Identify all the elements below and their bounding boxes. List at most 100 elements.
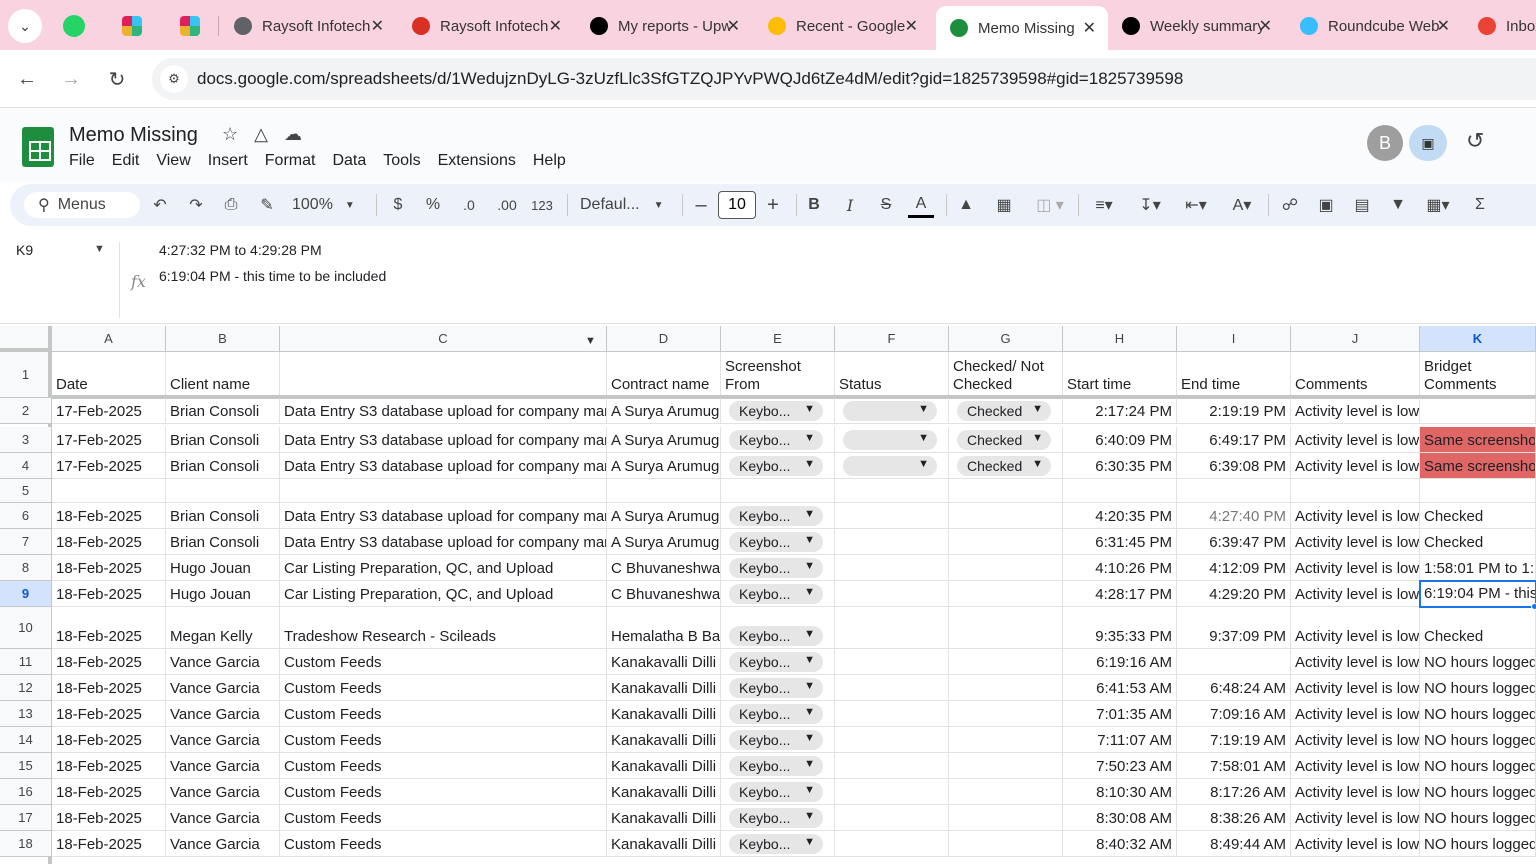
cell-f15[interactable] bbox=[835, 753, 949, 779]
cell-j7[interactable]: Activity level is low bbox=[1291, 529, 1420, 555]
reload-icon[interactable]: ↻ bbox=[100, 62, 134, 96]
browser-tab-7[interactable]: Roundcube Webmail✕ bbox=[1286, 6, 1462, 46]
cell-j14[interactable]: Activity level is low bbox=[1291, 727, 1420, 753]
cell-c12[interactable]: Custom Feeds bbox=[280, 675, 607, 701]
cell-c18[interactable]: Custom Feeds bbox=[280, 831, 607, 857]
cell-e9[interactable]: Keybo... ▼ bbox=[721, 581, 835, 607]
header-cell-e[interactable]: Screenshot From bbox=[721, 352, 835, 398]
cell-j3[interactable]: Activity level is low bbox=[1291, 427, 1420, 453]
move-folder-icon[interactable]: △ bbox=[254, 124, 268, 145]
cell-f4[interactable]: ▼ bbox=[835, 453, 949, 479]
browser-tab-3[interactable]: My reports - Upwork✕ bbox=[576, 6, 752, 46]
column-header-k[interactable]: K bbox=[1420, 326, 1536, 352]
shot-dropdown-chip[interactable]: Keybo... ▼ bbox=[729, 834, 823, 854]
checked-dropdown-chip[interactable]: Checked ▼ bbox=[957, 456, 1051, 476]
bold-icon[interactable]: B bbox=[802, 192, 826, 218]
cell-f9[interactable] bbox=[835, 581, 949, 607]
cell-g17[interactable] bbox=[949, 805, 1063, 831]
shot-dropdown-chip[interactable]: Keybo... ▼ bbox=[729, 401, 823, 421]
header-cell-f[interactable]: Status bbox=[835, 352, 949, 398]
menu-view[interactable]: View bbox=[156, 152, 190, 170]
cell-b12[interactable]: Vance Garcia bbox=[166, 675, 280, 701]
status-dropdown-chip[interactable]: ▼ bbox=[843, 456, 937, 476]
cell-d3[interactable]: A Surya Arumugam bbox=[607, 427, 721, 453]
cell-a2[interactable]: 17-Feb-2025 bbox=[52, 398, 166, 424]
cell-d16[interactable]: Kanakavalli Dilli bbox=[607, 779, 721, 805]
cell-g15[interactable] bbox=[949, 753, 1063, 779]
column-header-g[interactable]: G bbox=[949, 326, 1063, 352]
shot-dropdown-chip[interactable]: Keybo... ▼ bbox=[729, 756, 823, 776]
row-header-18[interactable]: 18 bbox=[0, 831, 52, 857]
cell-i15[interactable]: 7:58:01 AM bbox=[1177, 753, 1291, 779]
row-header-12[interactable]: 12 bbox=[0, 675, 52, 701]
cell-b9[interactable]: Hugo Jouan bbox=[166, 581, 280, 607]
cell-e7[interactable]: Keybo... ▼ bbox=[721, 529, 835, 555]
cell-c15[interactable]: Custom Feeds bbox=[280, 753, 607, 779]
horizontal-align-icon[interactable]: ≡▾ bbox=[1086, 192, 1122, 218]
row-header-4[interactable]: 4 bbox=[0, 453, 52, 479]
version-history-icon[interactable]: ↺ bbox=[1466, 128, 1484, 154]
menu-help[interactable]: Help bbox=[533, 152, 566, 170]
borders-icon[interactable]: ▦ bbox=[992, 192, 1016, 218]
font-family-select[interactable]: Defaul... ▼ bbox=[580, 192, 670, 218]
present-icon[interactable]: ▣ bbox=[1409, 125, 1447, 161]
shot-dropdown-chip[interactable]: Keybo... ▼ bbox=[729, 532, 823, 552]
cell-f5[interactable] bbox=[835, 479, 949, 503]
row-header-15[interactable]: 15 bbox=[0, 753, 52, 779]
cell-c17[interactable]: Custom Feeds bbox=[280, 805, 607, 831]
cell-h18[interactable]: 8:40:32 AM bbox=[1063, 831, 1177, 857]
cell-j6[interactable]: Activity level is low bbox=[1291, 503, 1420, 529]
column-header-i[interactable]: I bbox=[1177, 326, 1291, 352]
cell-a16[interactable]: 18-Feb-2025 bbox=[52, 779, 166, 805]
cell-i12[interactable]: 6:48:24 AM bbox=[1177, 675, 1291, 701]
tab-search-chevron-icon[interactable]: ⌄ bbox=[8, 9, 42, 43]
row-header-9[interactable]: 9 bbox=[0, 581, 52, 607]
cell-b3[interactable]: Brian Consoli bbox=[166, 427, 280, 453]
cell-k17[interactable]: NO hours logged bbox=[1420, 805, 1536, 831]
cell-g18[interactable] bbox=[949, 831, 1063, 857]
cell-g11[interactable] bbox=[949, 649, 1063, 675]
cell-j15[interactable]: Activity level is low bbox=[1291, 753, 1420, 779]
cell-h3[interactable]: 6:40:09 PM bbox=[1063, 427, 1177, 453]
fill-color-icon[interactable]: ▲ bbox=[954, 192, 978, 218]
cell-j16[interactable]: Activity level is low bbox=[1291, 779, 1420, 805]
checked-dropdown-chip[interactable]: Checked ▼ bbox=[957, 430, 1051, 450]
select-all-corner[interactable] bbox=[0, 326, 52, 352]
shot-dropdown-chip[interactable]: Keybo... ▼ bbox=[729, 652, 823, 672]
cell-h12[interactable]: 6:41:53 AM bbox=[1063, 675, 1177, 701]
whatsapp-pinned-tab[interactable] bbox=[52, 10, 96, 42]
cell-g14[interactable] bbox=[949, 727, 1063, 753]
cell-k4[interactable]: Same screenshot bbox=[1420, 453, 1536, 479]
cell-d6[interactable]: A Surya Arumugam bbox=[607, 503, 721, 529]
cell-a4[interactable]: 17-Feb-2025 bbox=[52, 453, 166, 479]
cell-g4[interactable]: Checked ▼ bbox=[949, 453, 1063, 479]
cell-d8[interactable]: C Bhuvaneshwari bbox=[607, 555, 721, 581]
cell-k15[interactable]: NO hours logged bbox=[1420, 753, 1536, 779]
cell-b16[interactable]: Vance Garcia bbox=[166, 779, 280, 805]
cell-f8[interactable] bbox=[835, 555, 949, 581]
text-color-icon[interactable]: A bbox=[908, 192, 934, 218]
menus-search-button[interactable]: ⚲ Menus bbox=[24, 192, 140, 218]
cell-c16[interactable]: Custom Feeds bbox=[280, 779, 607, 805]
cell-c9[interactable]: Car Listing Preparation, QC, and Upload bbox=[280, 581, 607, 607]
cell-k16[interactable]: NO hours logged bbox=[1420, 779, 1536, 805]
column-header-j[interactable]: J bbox=[1291, 326, 1420, 352]
cell-b14[interactable]: Vance Garcia bbox=[166, 727, 280, 753]
cell-d7[interactable]: A Surya Arumugam bbox=[607, 529, 721, 555]
column-header-e[interactable]: E bbox=[721, 326, 835, 352]
cell-f18[interactable] bbox=[835, 831, 949, 857]
cell-k2[interactable] bbox=[1420, 398, 1536, 424]
insert-chart-icon[interactable]: ▤ bbox=[1350, 192, 1374, 218]
cell-e17[interactable]: Keybo... ▼ bbox=[721, 805, 835, 831]
cell-f13[interactable] bbox=[835, 701, 949, 727]
merge-cells-icon[interactable]: ◫ ▾ bbox=[1030, 192, 1070, 218]
cell-b2[interactable]: Brian Consoli bbox=[166, 398, 280, 424]
status-dropdown-chip[interactable]: ▼ bbox=[843, 401, 937, 421]
cell-g2[interactable]: Checked ▼ bbox=[949, 398, 1063, 424]
cell-c4[interactable]: Data Entry S3 database upload for compan… bbox=[280, 453, 607, 479]
cell-h8[interactable]: 4:10:26 PM bbox=[1063, 555, 1177, 581]
cell-g8[interactable] bbox=[949, 555, 1063, 581]
fill-handle[interactable] bbox=[1531, 603, 1536, 610]
cell-i18[interactable]: 8:49:44 AM bbox=[1177, 831, 1291, 857]
print-icon[interactable]: ⎙ bbox=[219, 192, 243, 218]
